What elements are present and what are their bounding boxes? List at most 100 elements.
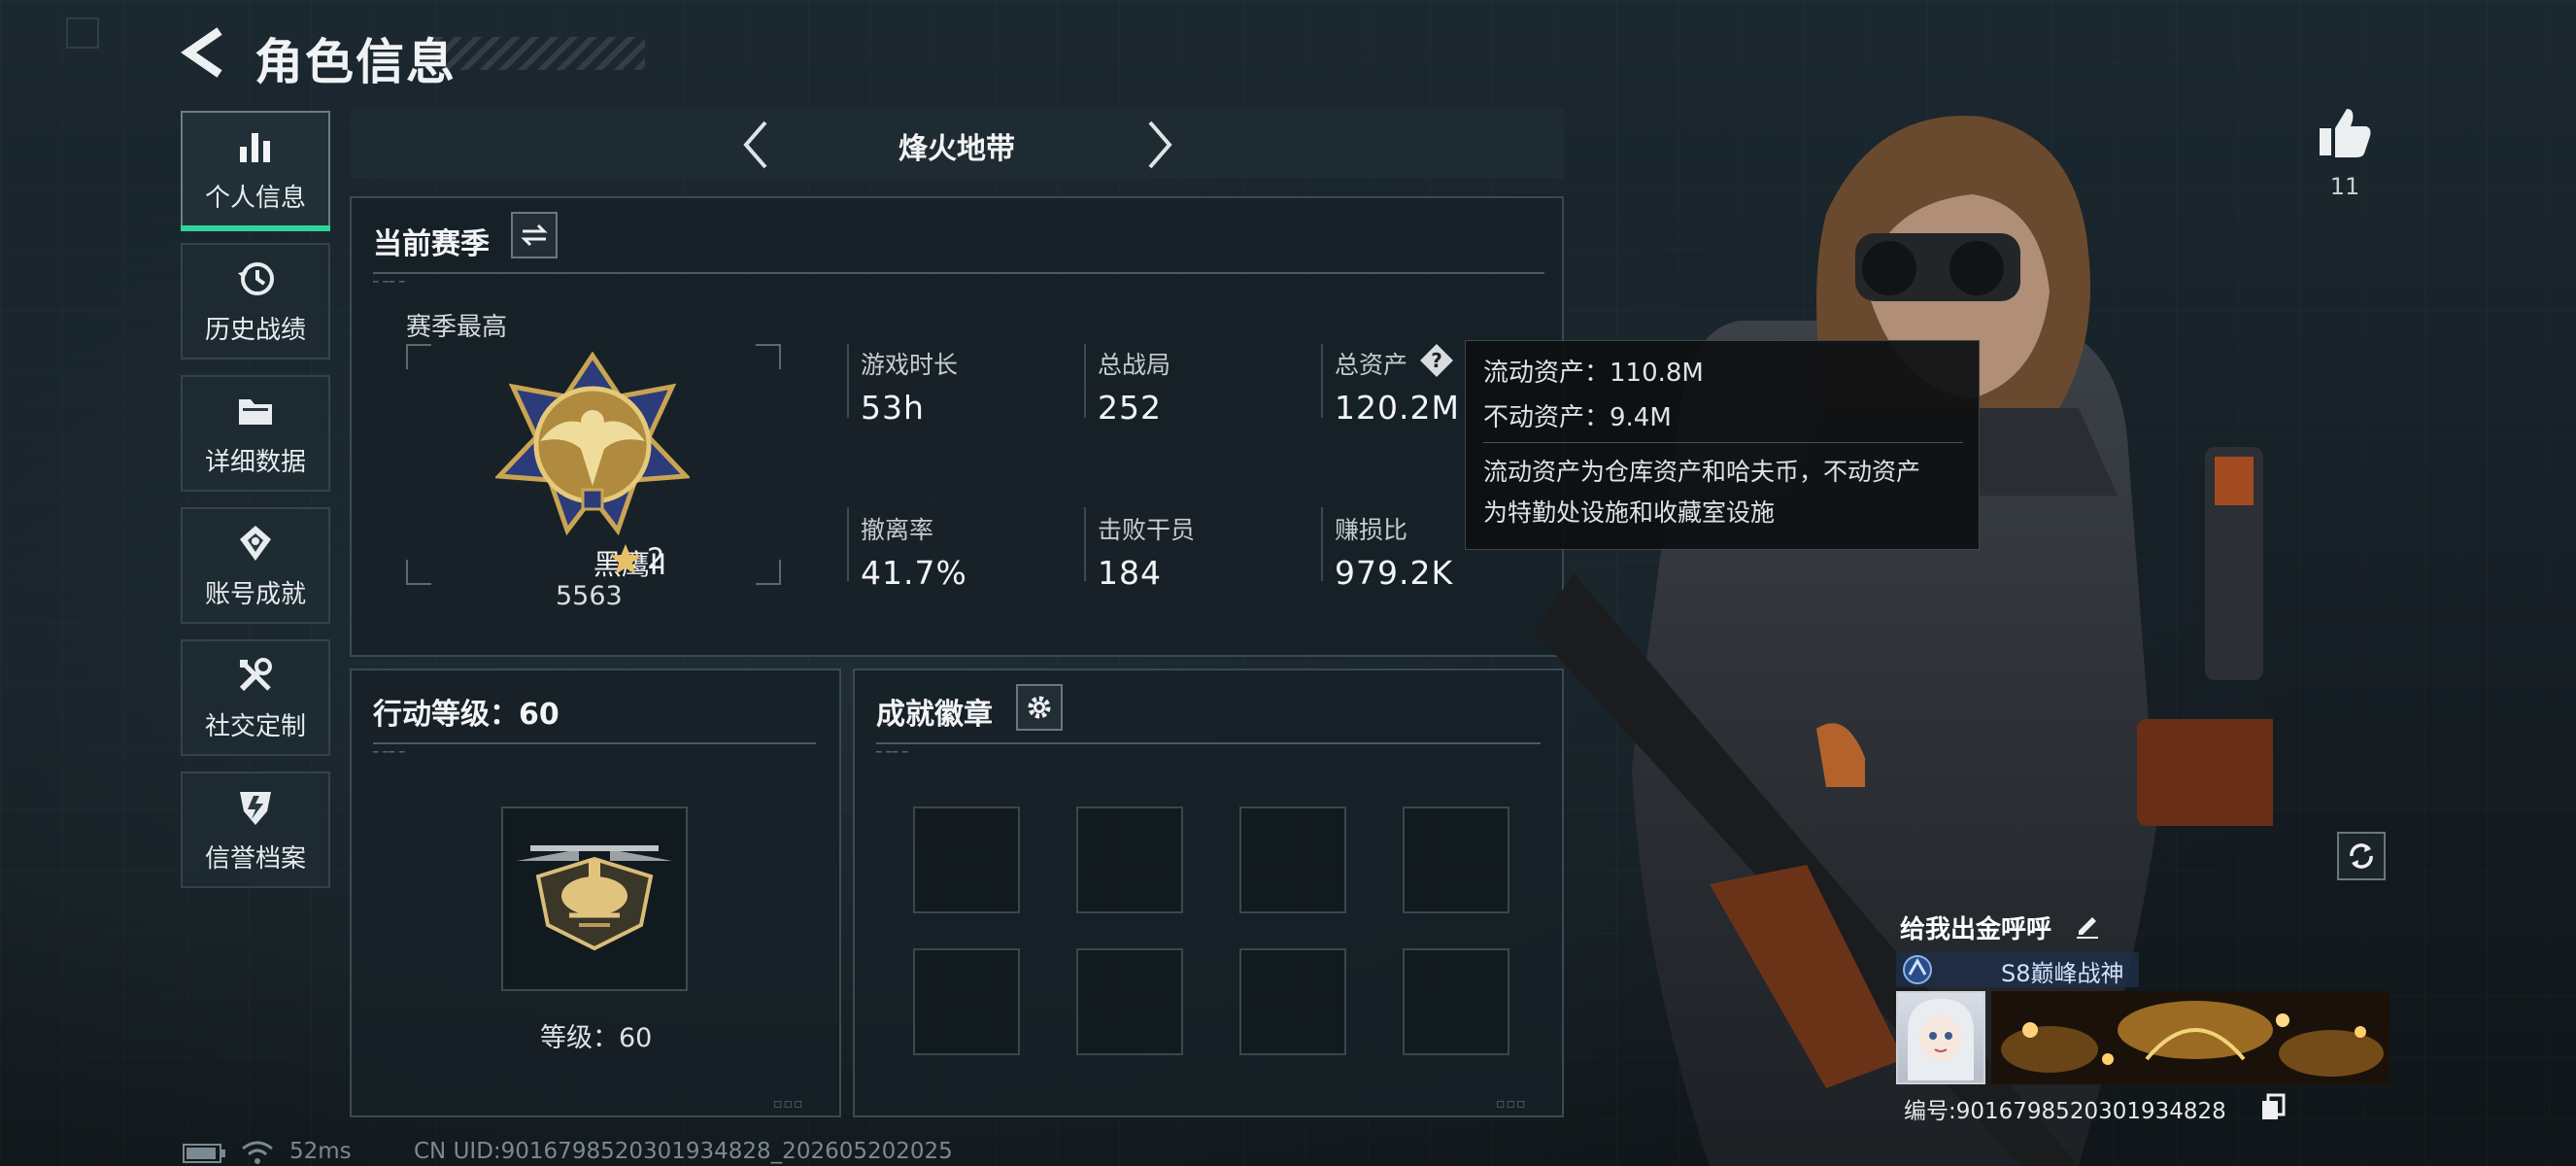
profile-banner	[1991, 991, 2390, 1084]
back-button[interactable]	[181, 25, 229, 80]
action-level-title: 行动等级：60	[373, 698, 559, 732]
refresh-icon	[2350, 843, 2373, 869]
mode-next-button[interactable]	[1140, 117, 1179, 173]
battery-icon	[183, 1144, 225, 1163]
badges-divider	[876, 742, 1541, 744]
folder-icon	[239, 398, 272, 425]
sidebar-item-label: 账号成就	[204, 579, 306, 609]
frame-corner	[756, 344, 781, 369]
mode-prev-button[interactable]	[736, 117, 775, 173]
badge-slot[interactable]	[1239, 806, 1346, 913]
stat-total-matches-value: 252	[1098, 389, 1162, 427]
chevron-left-icon	[743, 120, 767, 169]
shield-credit-icon	[240, 791, 271, 825]
stat-separator	[1084, 344, 1086, 418]
sidebar-item-label: 历史战绩	[204, 315, 306, 345]
thumbs-up-icon	[2320, 109, 2371, 157]
panel-corner-deco: ▫▫▫	[1496, 1096, 1527, 1112]
copy-id-button[interactable]	[2259, 1092, 2287, 1121]
gear-icon	[1028, 696, 1051, 719]
page-title: 角色信息	[254, 34, 457, 90]
season-title: 当前赛季	[373, 227, 490, 261]
title-emblem-icon	[1903, 955, 1932, 984]
pencil-icon	[2077, 917, 2098, 939]
copy-icon	[2262, 1093, 2286, 1119]
like-count: 11	[2329, 173, 2360, 200]
stat-kills-value: 184	[1098, 554, 1162, 592]
wifi-icon	[242, 1141, 273, 1164]
badge-slot[interactable]	[913, 948, 1020, 1055]
stat-separator	[847, 344, 849, 418]
stat-profit-ratio-label: 赚损比	[1335, 516, 1408, 544]
frame-corner	[406, 344, 431, 369]
frame-corner	[406, 560, 431, 585]
badge-slot[interactable]	[1076, 806, 1183, 913]
rank-score: 5563	[556, 581, 623, 611]
sidebar-item-label: 信誉档案	[204, 843, 306, 874]
badge-slot[interactable]	[1403, 806, 1509, 913]
stat-total-matches-label: 总战局	[1098, 351, 1171, 379]
action-level-divider	[373, 742, 816, 744]
level-text: 等级：60	[540, 1023, 653, 1053]
stat-kills-label: 击败干员	[1098, 516, 1196, 544]
corner-marker	[66, 17, 99, 49]
sidebar-item-label: 社交定制	[204, 711, 306, 741]
stat-separator	[1084, 507, 1086, 581]
season-peak-label: 赛季最高	[406, 313, 508, 342]
badges-deco: ━ ━━ ━	[876, 748, 909, 758]
sidebar-item-achievements[interactable]: 账号成就	[181, 507, 330, 624]
stat-play-time-label: 游戏时长	[861, 351, 959, 379]
title-badge: S8巅峰战神	[1896, 952, 2139, 987]
avatar[interactable]	[1896, 991, 1985, 1084]
bar-chart-icon	[240, 132, 270, 162]
sidebar-item-label: 个人信息	[204, 183, 306, 213]
tooltip-fixed-assets: 不动资产：9.4M	[1483, 403, 1672, 432]
refresh-button[interactable]	[2337, 832, 2386, 880]
helicopter-emblem-icon	[517, 845, 672, 951]
stat-profit-ratio-value: 979.2K	[1335, 554, 1454, 592]
tooltip-desc-line1: 流动资产为仓库资产和哈夫币，不动资产	[1483, 458, 1921, 486]
stat-extract-rate-label: 撤离率	[861, 516, 934, 544]
sidebar-item-history[interactable]: 历史战绩	[181, 243, 330, 360]
rank-emblem-icon	[495, 352, 690, 536]
sidebar-item-personal-info[interactable]: 个人信息	[181, 111, 330, 231]
sidebar-item-social-custom[interactable]: 社交定制	[181, 639, 330, 756]
asset-tooltip: 流动资产：110.8M 不动资产：9.4M 流动资产为仓库资产和哈夫币，不动资产…	[1465, 340, 1980, 550]
stat-separator	[1321, 507, 1323, 581]
badges-settings-button[interactable]	[1016, 684, 1063, 731]
stat-total-assets-value: 120.2M	[1335, 389, 1460, 427]
title-badge-text: S8巅峰战神	[2001, 960, 2124, 987]
like-button[interactable]	[2316, 103, 2374, 161]
player-name: 给我出金呼呼	[1900, 915, 2052, 944]
swap-icon	[521, 223, 548, 247]
asset-help-button[interactable]: ?	[1418, 342, 1455, 379]
panel-corner-deco: ▫▫▫	[773, 1096, 804, 1112]
badge-slot[interactable]	[1076, 948, 1183, 1055]
season-divider	[373, 272, 1544, 274]
player-id: 编号:9016798520301934828	[1904, 1099, 2226, 1124]
uid-text: CN UID:9016798520301934828_202605202025	[414, 1139, 953, 1164]
season-switch-button[interactable]	[511, 212, 558, 258]
frame-corner	[756, 560, 781, 585]
rank-stars: 2	[647, 542, 665, 575]
sidebar-item-detail-data[interactable]: 详细数据	[181, 375, 330, 492]
title-decoration	[435, 37, 645, 70]
stat-extract-rate-value: 41.7%	[861, 554, 967, 592]
sidebar-item-credit-record[interactable]: 信誉档案	[181, 772, 330, 888]
question-diamond-icon: ?	[1420, 344, 1453, 377]
avatar-character-icon	[1908, 999, 1974, 1080]
stat-play-time-value: 53h	[861, 389, 925, 427]
history-clock-icon	[238, 261, 274, 295]
badge-slot[interactable]	[1239, 948, 1346, 1055]
stat-total-assets-label: 总资产	[1335, 351, 1408, 379]
mode-title: 烽火地带	[898, 132, 1015, 166]
tooltip-desc-line2: 为特勤处设施和收藏室设施	[1483, 498, 1776, 527]
badge-slot[interactable]	[913, 806, 1020, 913]
stat-separator	[847, 507, 849, 581]
badge-slot[interactable]	[1403, 948, 1509, 1055]
tooltip-liquid-assets: 流动资产：110.8M	[1483, 359, 1704, 388]
season-deco-label: ━ ━━ ━	[373, 278, 406, 288]
badges-title: 成就徽章	[876, 698, 993, 732]
edit-name-button[interactable]	[2071, 908, 2104, 941]
achievement-icon	[240, 525, 271, 561]
